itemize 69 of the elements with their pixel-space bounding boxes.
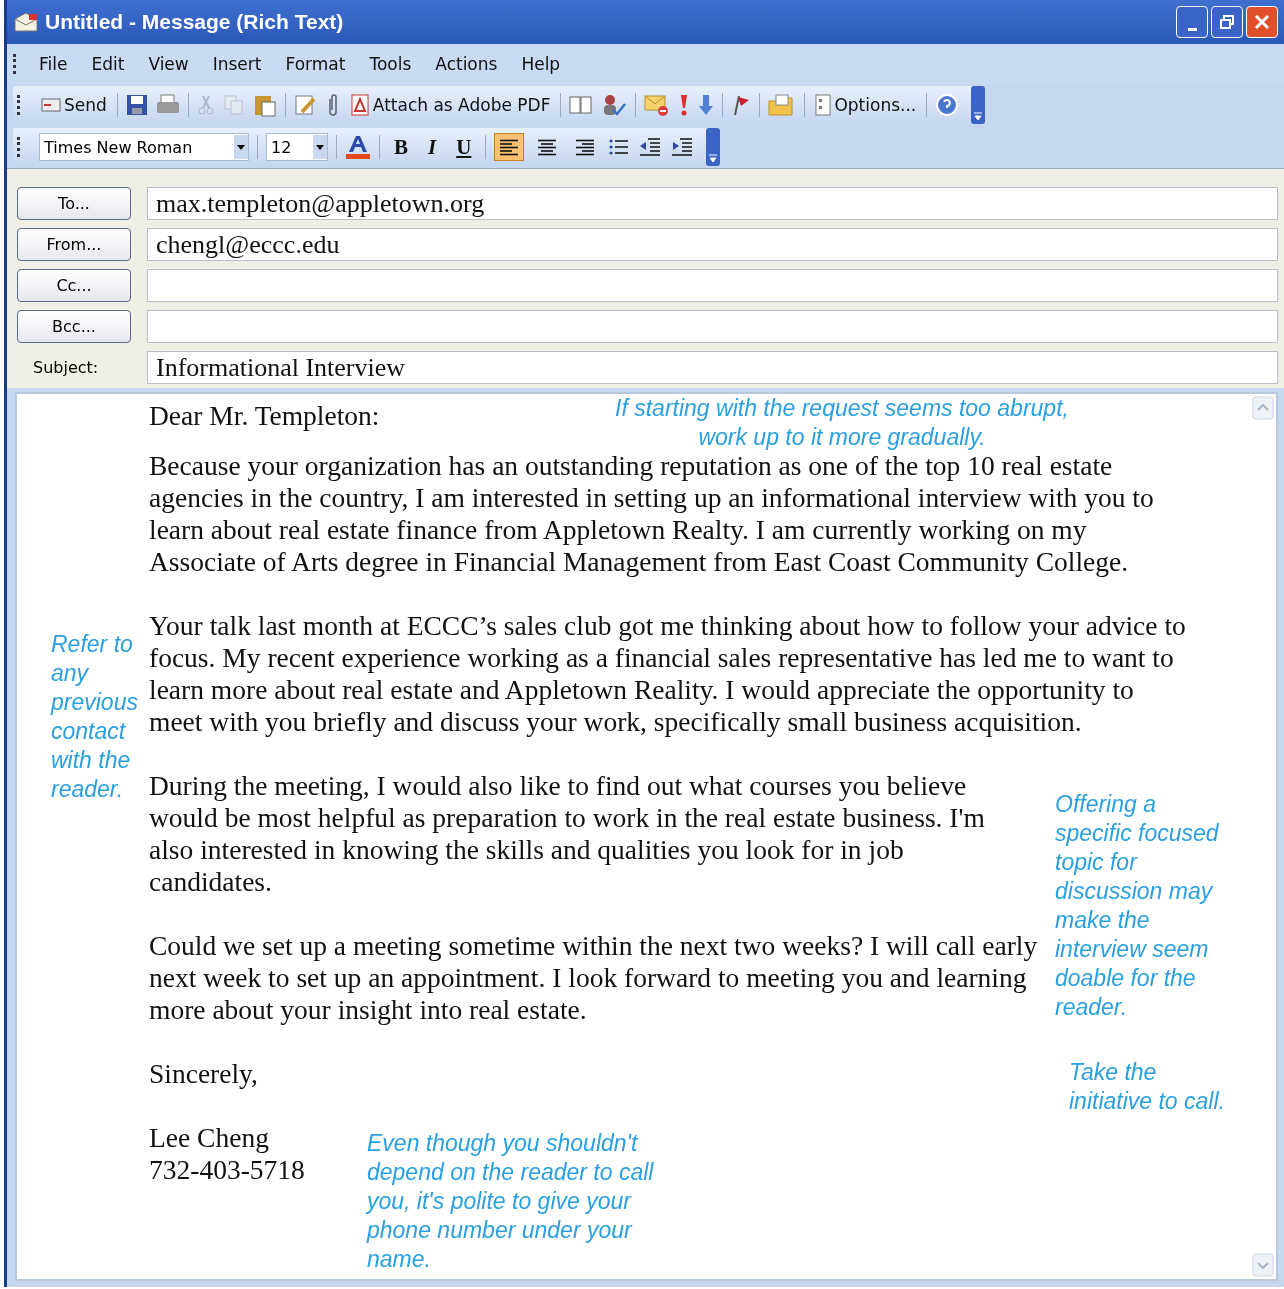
toolbar-options-icon[interactable] bbox=[971, 86, 986, 124]
check-names-icon[interactable] bbox=[601, 93, 628, 117]
address-book-icon[interactable] bbox=[569, 95, 594, 115]
font-dropdown[interactable]: Times New Roman bbox=[39, 133, 249, 161]
closing: Sincerely, bbox=[149, 1058, 258, 1090]
menu-item[interactable]: File bbox=[27, 54, 80, 74]
minimize-icon bbox=[1187, 27, 1197, 31]
center-icon bbox=[536, 137, 559, 157]
clipboard-icon[interactable] bbox=[252, 93, 277, 117]
down-arrow-icon[interactable] bbox=[698, 93, 715, 117]
close-button[interactable] bbox=[1246, 6, 1278, 38]
restore-icon bbox=[1220, 15, 1234, 29]
increase-indent-icon[interactable] bbox=[670, 136, 695, 158]
signature-name: Lee Cheng bbox=[149, 1122, 269, 1154]
menu-item[interactable]: Tools bbox=[357, 54, 424, 74]
envelope-icon[interactable] bbox=[644, 93, 671, 117]
save-icon[interactable] bbox=[125, 94, 148, 116]
minimize-button[interactable] bbox=[1176, 6, 1208, 38]
subject-field[interactable]: Informational Interview bbox=[147, 351, 1278, 384]
greeting: Dear Mr. Templeton: bbox=[149, 400, 380, 432]
decrease-indent-icon[interactable] bbox=[638, 136, 663, 158]
menu-item[interactable]: Edit bbox=[79, 54, 137, 74]
align-left-button[interactable] bbox=[494, 133, 525, 161]
address-button[interactable]: Cc... bbox=[17, 269, 131, 302]
align-right-icon bbox=[574, 137, 597, 157]
annotation: Offering a specific focused topic for discussion may make the interview seem doable for the reader. bbox=[1055, 790, 1220, 1022]
send-button[interactable]: Send bbox=[39, 95, 109, 115]
menu-item[interactable]: Help bbox=[509, 54, 573, 74]
close-icon bbox=[1254, 14, 1270, 30]
restore-button[interactable] bbox=[1211, 6, 1243, 38]
address-button[interactable]: Bcc... bbox=[17, 310, 131, 343]
font-color-icon[interactable] bbox=[345, 134, 371, 160]
address-field[interactable]: chengl@eccc.edu bbox=[147, 228, 1278, 261]
bold-button[interactable]: B bbox=[388, 134, 414, 160]
window-title: Untitled - Message (Rich Text) bbox=[45, 10, 344, 34]
menu-item[interactable]: Actions bbox=[423, 54, 510, 74]
document-icon bbox=[815, 94, 832, 116]
toolbar-options-icon[interactable] bbox=[706, 128, 721, 166]
envelope-icon bbox=[41, 98, 61, 112]
letter-paragraph: Because your organization has an outstanding reputation as one of the top 10 real estate agencies in the country, I am interested in setting up an informational interview with you to learn about real estate finance from Appletown Realty. I am currently working on my Associate of Arts degree in Financial Management from East Coast Community College. bbox=[149, 450, 1155, 578]
subject-label: Subject: bbox=[32, 358, 100, 377]
address-field[interactable] bbox=[147, 269, 1278, 302]
bullet-list-icon[interactable] bbox=[608, 137, 631, 157]
help-icon[interactable] bbox=[935, 93, 960, 117]
letter-paragraph: During the meeting, I would also like to find out what courses you believe would be most helpful as preparation to work in the real estate business. I'm also interested in knowing the skills and qualities you look for in job candidates. bbox=[149, 770, 986, 898]
menu-item[interactable]: Insert bbox=[200, 54, 274, 74]
address-field[interactable] bbox=[147, 310, 1278, 343]
underline-button[interactable]: U bbox=[450, 134, 478, 160]
phone-number: 732-403-5718 bbox=[149, 1154, 305, 1186]
pdf-icon bbox=[349, 94, 370, 116]
address-button[interactable]: From... bbox=[17, 228, 131, 261]
align-left-icon bbox=[498, 137, 521, 157]
edit-icon[interactable] bbox=[293, 94, 318, 116]
attach-pdf-button[interactable]: Attach as Adobe PDF bbox=[347, 94, 553, 116]
menu-item[interactable]: View bbox=[136, 54, 201, 74]
menu-item[interactable]: Format bbox=[273, 54, 358, 74]
italic-button[interactable]: I bbox=[422, 134, 443, 160]
annotation: Refer to any previous contact with the reader. bbox=[51, 630, 139, 804]
font-size-dropdown[interactable]: 12 bbox=[266, 133, 328, 161]
options-button[interactable]: Options... bbox=[813, 94, 919, 116]
annotation: Take the initiative to call. bbox=[1069, 1058, 1226, 1116]
address-button[interactable]: To... bbox=[17, 187, 131, 220]
letter-paragraph: Your talk last month at ECCC’s sales club got me thinking about how to follow your advice to focus. My recent experience working as a financial sales representative has led me to want to learn more about real estate and Appletown Reality. I would appreciate the opportunity to meet with you briefly and discuss your work, specifically small business acquisition. bbox=[149, 610, 1187, 738]
annotation: Even though you shouldn't depend on the reader to call you, it's polite to give your phone number under your name. bbox=[367, 1129, 655, 1274]
printer-icon[interactable] bbox=[155, 94, 180, 116]
address-field[interactable]: max.templeton@appletown.org bbox=[147, 187, 1278, 220]
annotation: If starting with the request seems too abrupt, work up to it more gradually. bbox=[614, 394, 1070, 452]
letter-paragraph: Could we set up a meeting sometime within the next two weeks? I will call early next week to set up an appointment. I look forward to meeting you and learning more about your insight into real estate. bbox=[149, 930, 1039, 1026]
envelope-icon bbox=[13, 11, 39, 33]
